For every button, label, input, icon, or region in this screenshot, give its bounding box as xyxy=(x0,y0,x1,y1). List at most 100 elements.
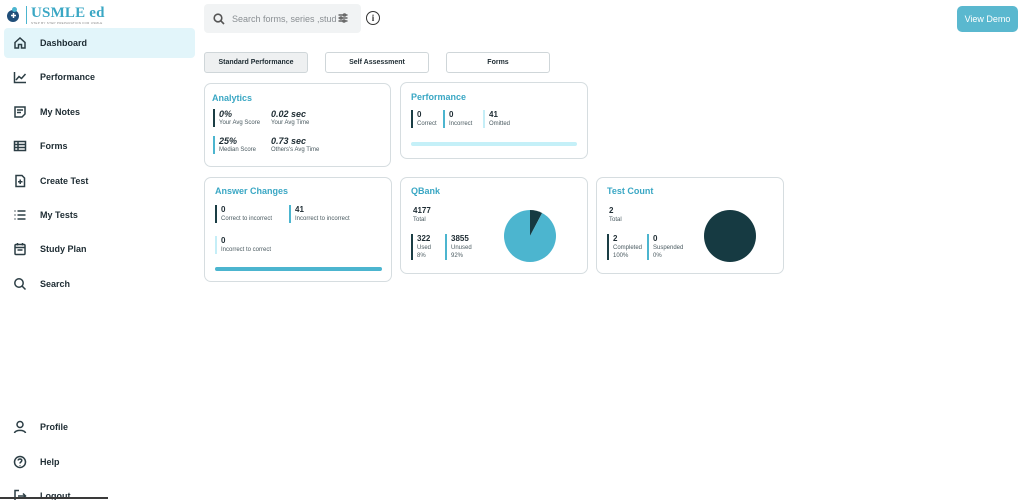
logo-divider xyxy=(26,6,27,24)
help-icon xyxy=(13,455,27,469)
sidebar-item-label: Forms xyxy=(40,141,68,151)
stat-value: 41 xyxy=(489,110,498,119)
qbank-used-stat: 322 Used 8% xyxy=(411,234,431,260)
correct-stat: 0 Correct xyxy=(411,110,437,128)
sidebar-item-performance[interactable]: Performance xyxy=(4,62,195,92)
analytics-title: Analytics xyxy=(212,93,253,103)
stat-label: Others's Avg Time xyxy=(271,147,320,153)
stat-value: 25% xyxy=(219,136,238,146)
stat-label: Incorrect to correct xyxy=(221,247,272,253)
stat-label: Your Avg Score xyxy=(219,120,261,126)
qbank-title: QBank xyxy=(411,186,441,196)
scrollbar[interactable] xyxy=(0,497,108,499)
search-icon xyxy=(213,12,225,25)
logo[interactable]: USMLE ed STEP BY STEP PREPARATION FOR US… xyxy=(7,4,105,26)
stat-value: 4177 xyxy=(413,206,431,215)
avg-score-stat: 0% Your Avg Score xyxy=(213,109,260,127)
chart-line-icon xyxy=(13,70,27,84)
list-icon xyxy=(13,208,27,222)
stat-value: 2 xyxy=(613,234,618,243)
logo-name: USMLE ed xyxy=(31,4,105,21)
logo-icon xyxy=(7,7,21,23)
others-avg-time-stat: 0.73 sec Others's Avg Time xyxy=(271,136,319,154)
stat-label: Correct to incorrect xyxy=(221,216,273,222)
stat-label: Completed xyxy=(613,245,643,251)
pie-slice-unused xyxy=(504,210,556,262)
sidebar-item-study-plan[interactable]: Study Plan xyxy=(4,234,195,264)
filter-icon[interactable] xyxy=(338,10,348,28)
qbank-pie-chart xyxy=(504,210,556,262)
stat-label: Your Avg Time xyxy=(271,120,310,126)
incorrect-stat: 0 Incorrect xyxy=(443,110,472,128)
sidebar-item-label: My Tests xyxy=(40,210,78,220)
answer-changes-progress-bar xyxy=(215,267,382,271)
performance-progress-bar xyxy=(411,142,577,146)
stat-value: 41 xyxy=(295,205,304,214)
stat-label: Correct xyxy=(417,121,437,127)
incorrect-to-incorrect-stat: 41 Incorrect to incorrect xyxy=(289,205,350,223)
tab-self-assessment[interactable]: Self Assessment xyxy=(325,52,429,73)
sidebar-item-label: Dashboard xyxy=(40,38,88,48)
sidebar-item-label: My Notes xyxy=(40,107,81,117)
sidebar-item-dashboard[interactable]: Dashboard xyxy=(4,28,195,58)
stat-percent: 8% xyxy=(417,253,426,259)
stat-value: 322 xyxy=(417,234,431,243)
performance-card: Performance 0 Correct 0 Incorrect 41 Omi… xyxy=(400,82,588,159)
stat-label: Median Score xyxy=(219,147,257,153)
stat-value: 0 xyxy=(417,110,422,119)
sidebar-item-create-test[interactable]: Create Test xyxy=(4,166,195,196)
stat-label: Total xyxy=(413,217,426,223)
stat-value: 0 xyxy=(449,110,454,119)
pie-slice-completed xyxy=(704,210,756,262)
avg-time-stat: 0.02 sec Your Avg Time xyxy=(271,109,309,127)
user-icon xyxy=(13,420,27,434)
sidebar: USMLE ed STEP BY STEP PREPARATION FOR US… xyxy=(0,0,200,500)
answer-changes-card: Answer Changes 0 Correct to incorrect 41… xyxy=(204,177,392,282)
stat-percent: 92% xyxy=(451,253,464,259)
test-total-stat: 2 Total xyxy=(609,206,622,224)
sidebar-item-label: Performance xyxy=(40,72,96,82)
sidebar-item-label: Study Plan xyxy=(40,244,87,254)
sidebar-item-label: Profile xyxy=(40,422,69,432)
stat-value: 0% xyxy=(219,109,233,119)
test-count-card: Test Count 2 Total 2 Completed 100% 0 Su… xyxy=(596,177,784,274)
calendar-icon xyxy=(13,242,27,256)
stat-value: 0 xyxy=(221,205,226,214)
sidebar-item-forms[interactable]: Forms xyxy=(4,131,195,161)
stat-percent: 100% xyxy=(613,253,629,259)
forms-icon xyxy=(13,139,27,153)
qbank-total-stat: 4177 Total xyxy=(413,206,431,224)
search-icon xyxy=(13,277,27,291)
performance-title: Performance xyxy=(411,92,467,102)
stat-label: Omitted xyxy=(489,121,511,127)
tab-forms[interactable]: Forms xyxy=(446,52,550,73)
sidebar-item-profile[interactable]: Profile xyxy=(4,412,195,442)
sidebar-item-my-tests[interactable]: My Tests xyxy=(4,200,195,230)
test-completed-stat: 2 Completed 100% xyxy=(607,234,642,260)
tab-standard-performance[interactable]: Standard Performance xyxy=(204,52,308,73)
search-input[interactable] xyxy=(232,13,336,24)
sidebar-item-my-notes[interactable]: My Notes xyxy=(4,97,195,127)
sidebar-item-help[interactable]: Help xyxy=(4,447,195,477)
stat-label: Total xyxy=(609,217,622,223)
stat-value: 0.73 sec xyxy=(271,136,307,146)
home-icon xyxy=(13,36,27,50)
stat-label: Incorrect xyxy=(449,121,473,127)
test-suspended-stat: 0 Suspended 0% xyxy=(647,234,683,260)
notes-icon xyxy=(13,105,27,119)
sidebar-item-search[interactable]: Search xyxy=(4,269,195,299)
test-count-title: Test Count xyxy=(607,186,654,196)
view-demo-button[interactable]: View Demo xyxy=(957,6,1018,32)
analytics-card: Analytics 0% Your Avg Score 0.02 sec You… xyxy=(204,83,391,167)
info-icon[interactable]: i xyxy=(366,11,380,25)
qbank-card: QBank 4177 Total 322 Used 8% 3855 Unused… xyxy=(400,177,588,274)
progress-fill xyxy=(215,267,382,271)
stat-label: Unused xyxy=(451,245,472,251)
stat-value: 0 xyxy=(221,236,226,245)
test-count-pie-chart xyxy=(704,210,756,262)
stat-percent: 0% xyxy=(653,253,662,259)
stat-label: Used xyxy=(417,245,432,251)
median-score-stat: 25% Median Score xyxy=(213,136,256,154)
search-bar[interactable] xyxy=(204,4,361,33)
stat-label: Incorrect to incorrect xyxy=(295,216,350,222)
